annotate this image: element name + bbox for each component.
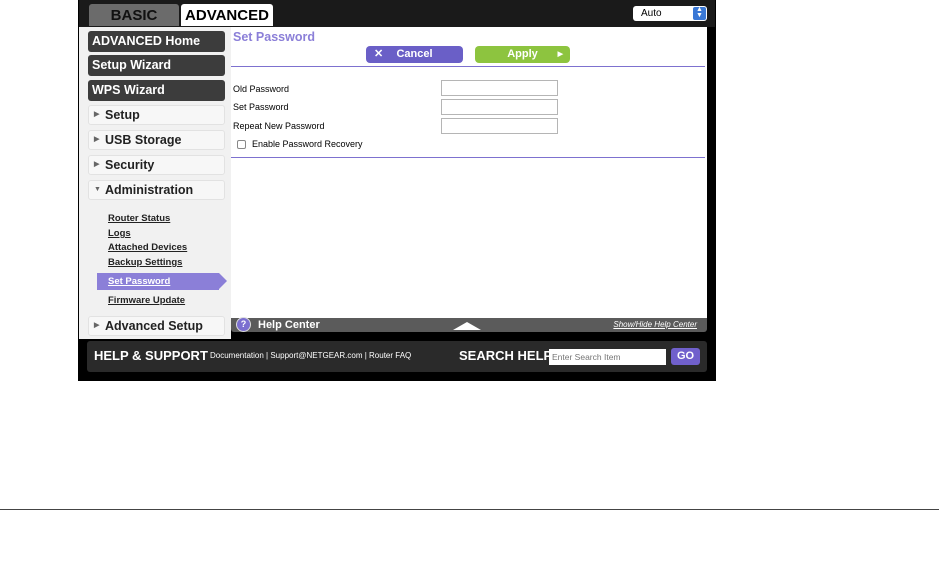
sidebar-item-label: USB Storage: [105, 133, 182, 147]
expand-up-icon[interactable]: [453, 322, 481, 330]
top-bar: BASIC ADVANCED Auto ▲ ▼: [79, 0, 715, 27]
help-question-icon: ?: [236, 317, 251, 332]
set-password-input[interactable]: [441, 99, 558, 115]
show-hide-help-link[interactable]: Show/Hide Help Center: [613, 320, 697, 329]
old-password-label: Old Password: [233, 84, 290, 94]
sidebar-item-usb-storage[interactable]: ▶ USB Storage: [88, 130, 225, 150]
cancel-button[interactable]: ✕ Cancel: [366, 46, 463, 63]
sidebar-item-advanced-home[interactable]: ADVANCED Home: [88, 31, 225, 52]
documentation-link[interactable]: Documentation: [210, 351, 264, 360]
language-select-value: Auto: [641, 8, 662, 19]
arrow-right-icon: ▶: [557, 51, 563, 58]
repeat-password-input[interactable]: [441, 118, 558, 134]
search-help-input[interactable]: [549, 349, 666, 365]
caret-right-icon: ▶: [94, 136, 100, 143]
sidebar-subitem-logs[interactable]: Logs: [108, 228, 131, 239]
divider: [231, 66, 705, 67]
sidebar-item-setup-wizard[interactable]: Setup Wizard: [88, 55, 225, 76]
sidebar: ADVANCED Home Setup Wizard WPS Wizard ▶ …: [79, 27, 231, 339]
sidebar-item-label: Security: [105, 158, 155, 172]
sidebar-subitem-set-password[interactable]: Set Password: [97, 273, 227, 290]
divider: [231, 157, 705, 158]
help-center-bar: ? Help Center Show/Hide Help Center: [231, 317, 707, 332]
help-center-label: Help Center: [258, 319, 320, 331]
sidebar-subitem-backup-settings[interactable]: Backup Settings: [108, 257, 182, 268]
sidebar-item-label: Administration: [105, 183, 194, 197]
search-help-title: SEARCH HELP: [459, 348, 553, 363]
sidebar-subitem-firmware-update[interactable]: Firmware Update: [108, 295, 185, 306]
caret-down-icon: ▼: [94, 186, 101, 193]
caret-right-icon: ▶: [94, 111, 100, 118]
sidebar-item-advanced-setup[interactable]: ▶ Advanced Setup: [88, 316, 225, 336]
apply-button-label: Apply: [507, 48, 538, 60]
tab-advanced[interactable]: ADVANCED: [181, 4, 273, 26]
sidebar-item-administration[interactable]: ▼ Administration: [88, 180, 225, 200]
sidebar-item-setup[interactable]: ▶ Setup: [88, 105, 225, 125]
sidebar-subitem-router-status[interactable]: Router Status: [108, 213, 170, 224]
sidebar-item-wps-wizard[interactable]: WPS Wizard: [88, 80, 225, 101]
sidebar-item-label: Setup: [105, 108, 140, 122]
go-button[interactable]: GO: [671, 348, 700, 365]
apply-button[interactable]: Apply ▶: [475, 46, 570, 63]
sidebar-subitem-attached-devices[interactable]: Attached Devices: [108, 242, 187, 253]
router-faq-link[interactable]: Router FAQ: [369, 351, 411, 360]
select-arrows-icon: ▲ ▼: [693, 6, 706, 20]
password-recovery-label: Enable Password Recovery: [252, 139, 363, 149]
main-panel: Set Password ✕ Cancel Apply ▶ Old Passwo…: [231, 27, 707, 318]
tab-basic[interactable]: BASIC: [89, 4, 179, 26]
caret-right-icon: ▶: [94, 322, 100, 329]
password-recovery-checkbox[interactable]: [237, 140, 246, 149]
support-email-link[interactable]: Support@NETGEAR.com: [270, 351, 362, 360]
help-support-title: HELP & SUPPORT: [94, 348, 208, 363]
caret-right-icon: ▶: [94, 161, 100, 168]
cancel-button-label: Cancel: [396, 48, 433, 60]
page-title: Set Password: [233, 30, 315, 44]
sidebar-item-security[interactable]: ▶ Security: [88, 155, 225, 175]
router-admin-window: BASIC ADVANCED Auto ▲ ▼ ADVANCED Home Set…: [78, 0, 716, 381]
set-password-label: Set Password: [233, 102, 289, 112]
old-password-input[interactable]: [441, 80, 558, 96]
sidebar-item-label: Advanced Setup: [105, 319, 203, 333]
language-select[interactable]: Auto ▲ ▼: [633, 6, 707, 21]
repeat-password-label: Repeat New Password: [233, 121, 325, 131]
help-support-links: Documentation | Support@NETGEAR.com | Ro…: [210, 351, 412, 360]
footer: HELP & SUPPORT Documentation | Support@N…: [87, 341, 707, 372]
page-divider: [0, 509, 939, 510]
